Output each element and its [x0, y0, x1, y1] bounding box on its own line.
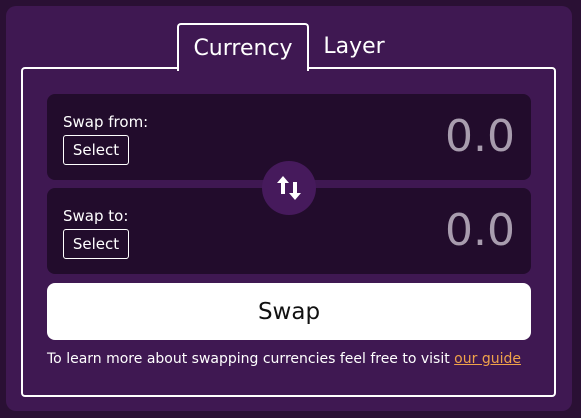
tab-layer[interactable]: Layer — [309, 23, 399, 69]
swap-to-amount[interactable]: 0.0 — [445, 206, 515, 256]
swap-from-label: Swap from: — [63, 113, 149, 131]
swap-card: Currency Layer Swap from: Select 0.0 Swa… — [6, 6, 572, 411]
footer-message: To learn more about swapping currencies … — [47, 351, 450, 367]
tab-currency[interactable]: Currency — [177, 23, 309, 71]
footer-text: To learn more about swapping currencies … — [47, 351, 521, 367]
swap-button[interactable]: Swap — [47, 283, 531, 340]
swap-from-select-button[interactable]: Select — [63, 135, 129, 165]
swap-to-label: Swap to: — [63, 207, 129, 225]
our-guide-link[interactable]: our guide — [454, 351, 521, 367]
swap-vertical-arrows-icon — [277, 176, 301, 200]
swap-from-amount[interactable]: 0.0 — [445, 112, 515, 162]
swap-to-select-button[interactable]: Select — [63, 229, 129, 259]
swap-direction-button[interactable] — [262, 161, 316, 215]
